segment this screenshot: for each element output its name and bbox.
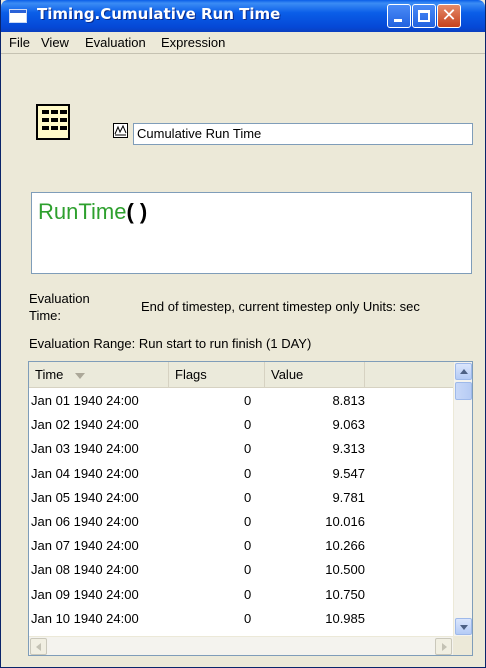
cell-time: Jan 07 1940 24:00 (31, 538, 139, 554)
cell-time: Jan 10 1940 24:00 (31, 610, 139, 626)
cell-time: Jan 08 1940 24:00 (31, 562, 139, 578)
scroll-left-button[interactable] (30, 638, 47, 655)
cell-flags: 0 (244, 465, 252, 481)
table-row[interactable]: Jan 07 1940 24:00 0 10.266 (29, 535, 453, 559)
cell-value: 9.063 (332, 417, 365, 433)
close-icon: ✕ (441, 5, 457, 26)
table-row[interactable]: Jan 08 1940 24:00 0 10.500 (29, 559, 453, 583)
expression-editor[interactable]: RunTime( ) (31, 192, 472, 274)
cell-value: 9.781 (332, 489, 365, 505)
cell-flags: 0 (244, 562, 252, 578)
table-grid-icon (36, 104, 70, 140)
table-row[interactable]: Jan 04 1940 24:00 0 9.547 (29, 463, 453, 487)
cell-time: Jan 04 1940 24:00 (31, 465, 139, 481)
menu-bar: File View Evaluation Expression (1, 32, 485, 54)
arrow-down-icon (460, 625, 468, 630)
cell-time: Jan 03 1940 24:00 (31, 441, 139, 457)
cell-time: Jan 02 1940 24:00 (31, 417, 139, 433)
table-row[interactable]: Jan 06 1940 24:00 0 10.016 (29, 511, 453, 535)
cell-value: 10.016 (325, 513, 365, 529)
cell-value: 10.500 (325, 562, 365, 578)
horizontal-scrollbar[interactable] (29, 636, 453, 655)
cell-value: 9.313 (332, 441, 365, 457)
cell-flags: 0 (244, 513, 252, 529)
title-bar[interactable]: Timing.Cumulative Run Time ✕ (1, 0, 485, 32)
vertical-scrollbar[interactable] (453, 362, 472, 636)
arrow-up-icon (460, 369, 468, 374)
evaluation-time-label: Evaluation Time: (29, 291, 90, 323)
data-table: Time Flags Value Jan 01 1940 24:00 0 8.813… (28, 361, 473, 656)
column-header-value[interactable]: Value (265, 362, 365, 388)
cell-value: 10.266 (325, 538, 365, 554)
table-row[interactable]: Jan 02 1940 24:00 0 9.063 (29, 414, 453, 438)
minimize-icon (394, 19, 402, 22)
table-row[interactable]: Jan 03 1940 24:00 0 9.313 (29, 438, 453, 462)
scroll-up-button[interactable] (455, 363, 472, 380)
cell-time: Jan 01 1940 24:00 (31, 393, 139, 408)
table-row[interactable]: Jan 09 1940 24:00 0 10.750 (29, 584, 453, 608)
table-row[interactable]: Jan 05 1940 24:00 0 9.781 (29, 487, 453, 511)
scroll-thumb[interactable] (455, 382, 472, 400)
maximize-icon (418, 10, 430, 22)
cell-flags: 0 (244, 538, 252, 554)
cell-flags: 0 (244, 586, 252, 602)
menu-view[interactable]: View (41, 35, 69, 50)
close-button[interactable]: ✕ (437, 4, 461, 28)
timing-window: Timing.Cumulative Run Time ✕ File View E… (0, 0, 486, 668)
cell-flags: 0 (244, 393, 252, 408)
table-row[interactable]: Jan 01 1940 24:00 0 8.813 (29, 390, 453, 414)
arrow-left-icon (36, 643, 41, 651)
menu-evaluation[interactable]: Evaluation (85, 35, 146, 50)
cell-time: Jan 06 1940 24:00 (31, 513, 139, 529)
sort-desc-icon (75, 372, 86, 379)
arrow-right-icon (442, 643, 447, 651)
expression-function: RunTime (38, 199, 127, 224)
cell-value: 9.547 (332, 465, 365, 481)
column-header-time[interactable]: Time (29, 362, 169, 388)
table-body: Jan 01 1940 24:00 0 8.813 Jan 02 1940 24:00… (29, 390, 453, 632)
table-row[interactable]: Jan 10 1940 24:00 0 10.985 (29, 608, 453, 632)
evaluation-time-value: End of timestep, current timestep only U… (141, 299, 420, 314)
cell-time: Jan 05 1940 24:00 (31, 489, 139, 505)
minimize-button[interactable] (387, 4, 411, 28)
menu-expression[interactable]: Expression (161, 35, 225, 50)
menu-file[interactable]: File (9, 35, 30, 50)
column-header-flags[interactable]: Flags (169, 362, 265, 388)
cell-flags: 0 (244, 441, 252, 457)
scrollbar-corner (453, 636, 472, 655)
cell-time: Jan 09 1940 24:00 (31, 586, 139, 602)
object-name-field[interactable]: Cumulative Run Time (133, 123, 473, 145)
window-icon (9, 9, 27, 23)
cell-value: 8.813 (332, 393, 365, 408)
window-title: Timing.Cumulative Run Time (37, 5, 281, 23)
cell-flags: 0 (244, 489, 252, 505)
evaluation-range: Evaluation Range: Run start to run finis… (29, 336, 312, 351)
maximize-button[interactable] (412, 4, 436, 28)
scroll-right-button[interactable] (435, 638, 452, 655)
cell-flags: 0 (244, 417, 252, 433)
table-header: Time Flags Value (29, 362, 453, 388)
scroll-down-button[interactable] (455, 618, 472, 635)
expression-parens: ( ) (126, 199, 148, 224)
cell-flags: 0 (244, 610, 252, 626)
graph-icon[interactable] (113, 123, 128, 138)
cell-value: 10.985 (325, 610, 365, 626)
cell-value: 10.750 (325, 586, 365, 602)
